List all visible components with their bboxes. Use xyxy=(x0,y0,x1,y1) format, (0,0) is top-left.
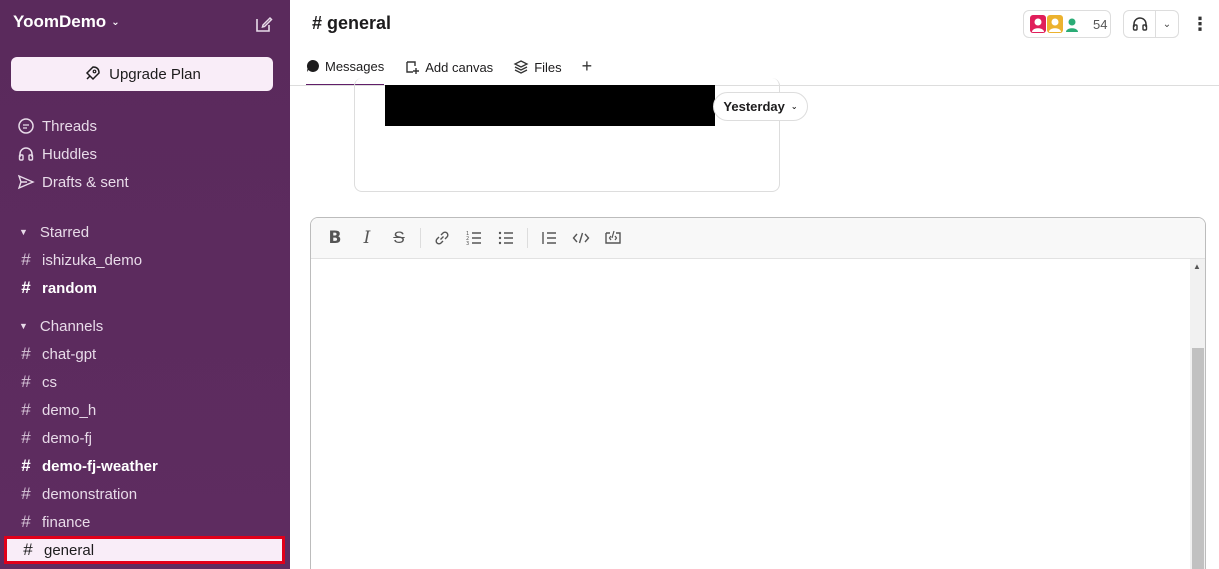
channel-label: chat-gpt xyxy=(42,345,97,363)
formatting-toolbar: B I S 123 xyxy=(311,218,1205,259)
ordered-list-icon[interactable]: 123 xyxy=(461,225,487,251)
section-starred[interactable]: ▼ Starred xyxy=(0,219,290,245)
scroll-up-icon[interactable]: ▲ xyxy=(1193,262,1201,271)
channel-label: general xyxy=(44,541,95,559)
redacted-content xyxy=(385,85,715,126)
send-icon xyxy=(17,173,35,191)
hash-icon: # xyxy=(21,372,31,391)
sidebar-item-threads[interactable]: Threads xyxy=(0,113,290,139)
caret-down-icon: ▼ xyxy=(19,321,28,331)
hash-icon: # xyxy=(21,456,31,475)
channel-label: cs xyxy=(42,373,57,391)
headphones-icon[interactable] xyxy=(1124,11,1156,37)
hash-icon: # xyxy=(21,484,31,503)
channel-label: random xyxy=(42,279,98,297)
svg-text:3: 3 xyxy=(466,241,469,247)
chevron-down-icon: ⌄ xyxy=(790,102,798,111)
section-channels[interactable]: ▼ Channels xyxy=(0,313,290,339)
headphones-icon xyxy=(17,145,35,163)
chevron-down-icon[interactable]: ⌄ xyxy=(1156,19,1178,30)
sidebar-item-chat-gpt[interactable]: # chat-gpt xyxy=(0,341,290,367)
upgrade-plan-button[interactable]: Upgrade Plan xyxy=(11,57,273,91)
tab-files[interactable]: Files xyxy=(513,56,562,78)
message-icon xyxy=(306,59,320,73)
members-button[interactable]: 54 xyxy=(1023,10,1111,38)
hash-icon: # xyxy=(23,540,33,559)
italic-icon[interactable]: I xyxy=(354,225,380,251)
sidebar-item-label: Threads xyxy=(42,117,98,135)
hash-icon: # xyxy=(21,400,31,419)
canvas-icon xyxy=(404,59,420,75)
code-block-icon[interactable] xyxy=(600,225,626,251)
more-options-icon[interactable]: ⋮ xyxy=(1191,13,1209,35)
blockquote-icon[interactable] xyxy=(536,225,562,251)
workspace-switcher[interactable]: YoomDemo ⌄ xyxy=(13,12,120,32)
message-input[interactable] xyxy=(311,259,1191,569)
tab-label: Messages xyxy=(325,59,385,74)
tab-label: Files xyxy=(534,59,562,75)
compose-button[interactable] xyxy=(254,14,274,34)
add-tab-icon[interactable]: + xyxy=(582,55,593,77)
layers-icon xyxy=(513,59,529,75)
caret-down-icon: ▼ xyxy=(19,227,28,237)
hash-icon: # xyxy=(21,428,31,447)
sidebar-item-ishizuka-demo[interactable]: # ishizuka_demo xyxy=(0,247,290,273)
chevron-down-icon: ⌄ xyxy=(111,16,120,28)
section-label: Starred xyxy=(39,223,90,241)
toolbar-divider xyxy=(420,228,421,248)
upgrade-plan-label: Upgrade Plan xyxy=(109,65,201,83)
channel-label: ishizuka_demo xyxy=(42,251,143,269)
message-composer: B I S 123 ▲ xyxy=(310,217,1206,569)
sidebar-item-demonstration[interactable]: # demonstration xyxy=(0,481,290,507)
sidebar-item-label: Drafts & sent xyxy=(42,173,129,191)
date-divider-label: Yesterday xyxy=(723,99,785,114)
link-icon[interactable] xyxy=(429,225,455,251)
sidebar-item-demo-fj-weather[interactable]: # demo-fj-weather xyxy=(0,453,290,479)
hash-icon: # xyxy=(21,250,31,269)
toolbar-divider xyxy=(527,228,528,248)
sidebar: YoomDemo ⌄ Upgrade Plan Threads Huddles … xyxy=(0,0,290,569)
section-label: Channels xyxy=(39,317,104,335)
sidebar-item-huddles[interactable]: Huddles xyxy=(0,141,290,167)
hash-icon: # xyxy=(21,278,31,297)
scrollbar-thumb[interactable] xyxy=(1192,348,1204,569)
avatar xyxy=(1064,15,1080,33)
bold-icon[interactable]: B xyxy=(322,225,348,251)
sidebar-item-label: Huddles xyxy=(42,145,98,163)
rocket-icon xyxy=(86,66,100,81)
channel-label: demo_h xyxy=(42,401,97,419)
threads-icon xyxy=(17,117,35,135)
channel-label: demo-fj xyxy=(42,429,93,447)
member-count: 54 xyxy=(1093,16,1108,32)
sidebar-item-general[interactable]: # general xyxy=(4,536,285,564)
channel-label: demo-fj-weather xyxy=(42,457,158,475)
sidebar-item-random[interactable]: # random xyxy=(0,275,290,301)
date-divider-button[interactable]: Yesterday ⌄ xyxy=(713,92,808,121)
sidebar-item-cs[interactable]: # cs xyxy=(0,369,290,395)
sidebar-item-drafts[interactable]: Drafts & sent xyxy=(0,169,290,195)
bulleted-list-icon[interactable] xyxy=(493,225,519,251)
hash-icon: # xyxy=(21,344,31,363)
huddle-button[interactable]: ⌄ xyxy=(1123,10,1179,38)
sidebar-item-demo-h[interactable]: # demo_h xyxy=(0,397,290,423)
avatar xyxy=(1030,15,1046,33)
compose-icon xyxy=(256,16,273,32)
channel-title[interactable]: # general xyxy=(312,13,391,34)
strikethrough-icon[interactable]: S xyxy=(386,225,412,251)
tab-add-canvas[interactable]: Add canvas xyxy=(404,56,493,78)
hash-icon: # xyxy=(21,512,31,531)
channel-view: # general 54 ⌄ ⋮ Messages Add canvas Fil xyxy=(290,0,1219,569)
channel-label: demonstration xyxy=(42,485,138,503)
avatar xyxy=(1047,15,1063,33)
tab-label: Add canvas xyxy=(425,59,494,75)
sidebar-item-finance[interactable]: # finance xyxy=(0,509,290,535)
sidebar-item-demo-fj[interactable]: # demo-fj xyxy=(0,425,290,451)
code-icon[interactable] xyxy=(568,225,594,251)
channel-label: finance xyxy=(42,513,91,531)
workspace-name: YoomDemo xyxy=(13,12,107,31)
